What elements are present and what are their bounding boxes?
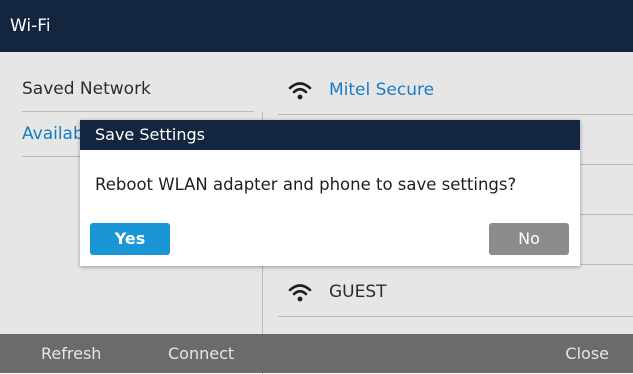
menu-item-saved-network[interactable]: Saved Network <box>22 67 254 112</box>
menu-item-label: Saved Network <box>22 79 151 99</box>
no-button[interactable]: No <box>489 223 569 255</box>
network-name: GUEST <box>329 282 387 302</box>
window-title: Wi-Fi <box>10 16 51 36</box>
network-name: Mitel Secure <box>329 80 435 100</box>
close-softkey[interactable]: Close <box>565 334 609 373</box>
wifi-icon <box>288 284 312 302</box>
network-row[interactable]: GUEST <box>278 267 633 317</box>
connect-softkey[interactable]: Connect <box>168 334 234 373</box>
dialog-message: Reboot WLAN adapter and phone to save se… <box>95 175 517 194</box>
softkey-bar: Refresh Connect Close <box>0 334 633 373</box>
save-settings-dialog: Save Settings Reboot WLAN adapter and ph… <box>80 120 580 266</box>
wifi-icon <box>288 82 312 100</box>
yes-button[interactable]: Yes <box>90 223 170 255</box>
network-row[interactable]: Mitel Secure <box>278 65 633 115</box>
dialog-title: Save Settings <box>80 120 580 150</box>
window-title-bar: Wi-Fi <box>0 0 633 52</box>
refresh-softkey[interactable]: Refresh <box>41 334 101 373</box>
